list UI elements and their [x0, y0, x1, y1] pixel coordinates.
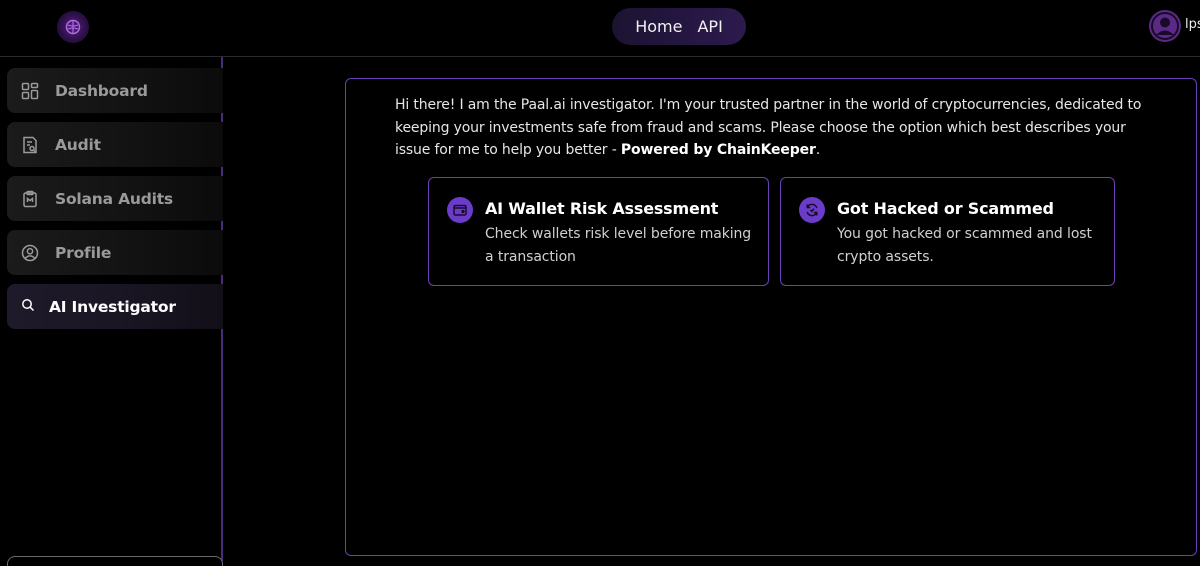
powered-by-label: Powered by ChainKeeper	[620, 142, 816, 158]
wallet-icon	[447, 197, 473, 223]
option-description: You got hacked or scammed and lost crypt…	[837, 226, 1092, 265]
sidebar-item-profile[interactable]: Profile	[7, 230, 223, 275]
sidebar-bottom-button[interactable]	[7, 556, 223, 566]
option-card-wallet-risk[interactable]: AI Wallet Risk Assessment Check wallets …	[428, 177, 769, 286]
profile-user-icon	[21, 244, 39, 262]
intro-end: .	[815, 142, 821, 158]
sidebar-item-label: Profile	[55, 243, 112, 262]
audit-document-icon	[21, 136, 39, 154]
refresh-cycle-icon	[799, 197, 825, 223]
sidebar: Dashboard Audit Solana Audits Profile AI…	[0, 57, 223, 566]
sidebar-item-audit[interactable]: Audit	[7, 122, 223, 167]
investigator-panel: Hi there! I am the Paal.ai investigator.…	[345, 78, 1197, 556]
top-navigation: Home API	[612, 8, 746, 45]
sidebar-item-label: Audit	[55, 135, 101, 154]
sidebar-item-label: AI Investigator	[49, 297, 176, 316]
sidebar-item-label: Dashboard	[55, 81, 148, 100]
option-card-hacked-scammed[interactable]: Got Hacked or Scammed You got hacked or …	[780, 177, 1115, 286]
option-title: AI Wallet Risk Assessment	[485, 199, 719, 218]
user-name[interactable]: lps	[1185, 17, 1200, 32]
nav-api-link[interactable]: API	[697, 17, 722, 36]
sidebar-item-ai-investigator[interactable]: AI Investigator	[7, 284, 223, 329]
dashboard-grid-icon	[21, 82, 39, 100]
search-icon	[21, 298, 35, 316]
option-title: Got Hacked or Scammed	[837, 199, 1054, 218]
sidebar-item-label: Solana Audits	[55, 189, 173, 208]
sidebar-item-solana-audits[interactable]: Solana Audits	[7, 176, 223, 221]
brain-icon[interactable]	[57, 11, 89, 43]
nav-home-link[interactable]: Home	[635, 17, 682, 36]
intro-message: Hi there! I am the Paal.ai investigator.…	[395, 94, 1155, 162]
top-bar: Home API lps	[0, 0, 1200, 57]
sidebar-item-dashboard[interactable]: Dashboard	[7, 68, 223, 113]
clipboard-icon	[21, 190, 39, 208]
option-description: Check wallets risk level before making a…	[485, 226, 752, 265]
user-avatar-icon[interactable]	[1149, 10, 1181, 42]
